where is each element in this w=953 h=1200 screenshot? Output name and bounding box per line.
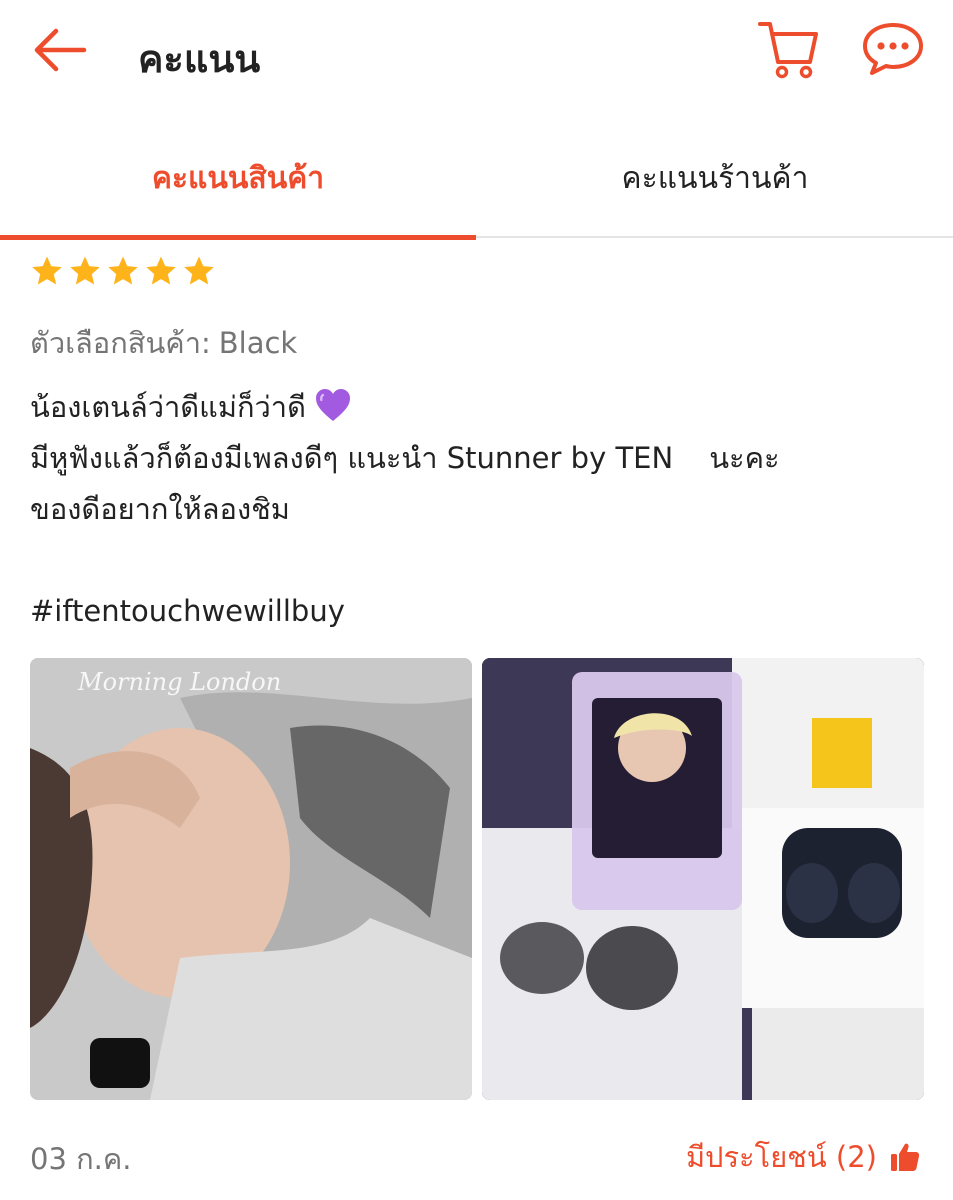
top-bar: คะแนน [0,0,953,110]
variant-label: ตัวเลือกสินค้า: [30,326,211,360]
chat-icon [863,23,923,75]
star-icon [108,256,138,285]
star-icon [146,256,176,285]
review-photo[interactable]: Morning London [30,658,472,1100]
tab-product-rating[interactable]: คะแนนสินค้า [0,118,476,240]
review-line-text: มีหูฟังแล้วก็ต้องมีเพลงดีๆ แนะนำ Stunner… [30,441,674,475]
review-date: 03 ก.ค. [30,1142,132,1176]
back-button[interactable] [30,24,90,76]
review-photo[interactable] [482,658,924,1100]
tab-shop-rating[interactable]: คะแนนร้านค้า [477,118,953,238]
star-icon [32,256,62,285]
rating-stars [30,254,216,288]
product-variant: ตัวเลือกสินค้า: Black [30,320,297,366]
page-title: คะแนน [138,37,261,81]
rating-tabs: คะแนนสินค้า คะแนนร้านค้า [0,118,953,240]
review-text: น้องเตนล์ว่าดีแม่ก็ว่าดี มีหูฟังแล้วก็ต้… [30,382,910,637]
thumbs-up-icon [891,1143,920,1171]
helpful-button[interactable]: มีประโยชน์ (2) [686,1134,921,1180]
star-icon [70,256,100,285]
cart-icon [758,22,818,79]
review-photo-image [30,658,472,1100]
review-photo-image [482,658,924,1100]
arrow-left-icon [34,28,87,72]
active-tab-indicator [0,235,476,240]
review-line: ของดีอยากให้ลองชิม [30,492,290,526]
review-line: น้องเตนล์ว่าดีแม่ก็ว่าดี [30,382,910,433]
review-line-text: น้องเตนล์ว่าดีแม่ก็ว่าดี [30,390,306,424]
review-line: มีหูฟังแล้วก็ต้องมีเพลงดีๆ แนะนำ Stunner… [30,433,910,484]
helpful-label: มีประโยชน์ (2) [685,1140,877,1174]
review-line-text: นะคะ [709,441,780,475]
tab-product-rating-label: คะแนนสินค้า [151,160,325,196]
tab-shop-rating-label: คะแนนร้านค้า [621,160,809,196]
photo-caption: Morning London [78,668,282,696]
variant-value: Black [218,326,298,360]
purple-heart-icon [315,389,350,421]
chat-button[interactable] [860,20,926,78]
star-icon [184,256,214,285]
cart-button[interactable] [756,18,820,80]
review-blank-line [30,535,910,586]
review-hashtag: #iftentouchwewillbuy [30,594,345,628]
